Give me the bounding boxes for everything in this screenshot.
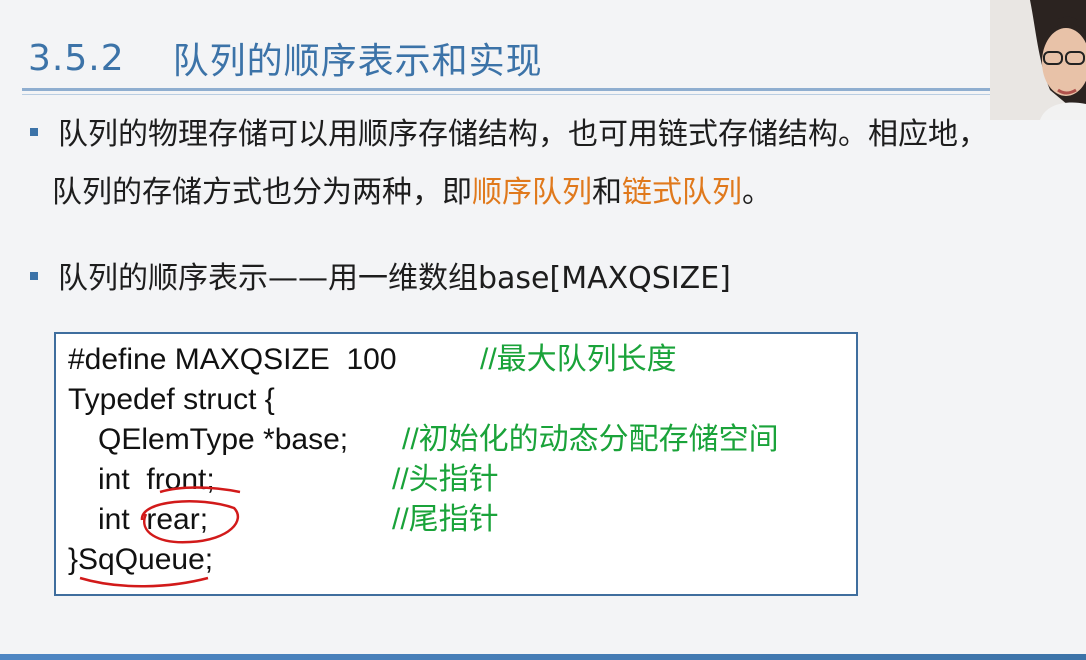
bullet-1: 队列的物理存储可以用顺序存储结构，也可用链式存储结构。相应地， xyxy=(30,106,988,164)
title-text: 队列的顺序表示和实现 xyxy=(172,41,543,82)
code-box: #define MAXQSIZE 100 //最大队列长度 Typedef st… xyxy=(54,332,858,596)
highlight-linked-queue: 链式队列 xyxy=(622,175,742,210)
bullet-marker-icon xyxy=(30,271,38,280)
slide: 3.5.2 队列的顺序表示和实现 队列的物理存储可以用顺序存储结构，也可用链式存… xyxy=(0,0,1086,660)
bottom-accent-bar xyxy=(0,654,1086,660)
bullet-1-text-e: 。 xyxy=(742,175,772,210)
bullet-1-text-c: 和 xyxy=(592,175,622,210)
code-line-3: QElemType *base; xyxy=(98,423,349,456)
code-line-4: int front; xyxy=(98,463,215,496)
code-comment-1: //最大队列长度 xyxy=(480,343,677,376)
bullet-2-text: 队列的顺序表示——用一维数组base[MAXQSIZE] xyxy=(58,261,731,296)
bullet-1-text-a: 队列的存储方式也分为两种，即 xyxy=(52,175,472,210)
presenter-webcam xyxy=(990,0,1086,120)
bullet-1-line-1: 队列的物理存储可以用顺序存储结构，也可用链式存储结构。相应地， xyxy=(58,117,988,152)
title-underline-thin xyxy=(22,94,990,95)
code-comment-5: //尾指针 xyxy=(392,503,499,536)
code-comment-3: //初始化的动态分配存储空间 xyxy=(402,423,779,456)
code-line-2: Typedef struct { xyxy=(68,383,275,416)
code-line-1: #define MAXQSIZE 100 xyxy=(68,343,397,376)
title-underline xyxy=(22,88,990,91)
highlight-sequential-queue: 顺序队列 xyxy=(472,175,592,210)
section-number: 3.5.2 xyxy=(28,37,125,79)
code-line-5: int rear; xyxy=(98,503,209,536)
slide-title: 3.5.2 队列的顺序表示和实现 xyxy=(28,30,543,86)
bullet-2: 队列的顺序表示——用一维数组base[MAXQSIZE] xyxy=(30,250,731,308)
code-comment-4: //头指针 xyxy=(392,463,499,496)
bullet-marker-icon xyxy=(30,127,38,136)
code-line-6: }SqQueue; xyxy=(68,543,214,576)
bullet-1-continued: 队列的存储方式也分为两种，即顺序队列和链式队列。 xyxy=(52,164,772,222)
presenter-icon xyxy=(990,0,1086,120)
